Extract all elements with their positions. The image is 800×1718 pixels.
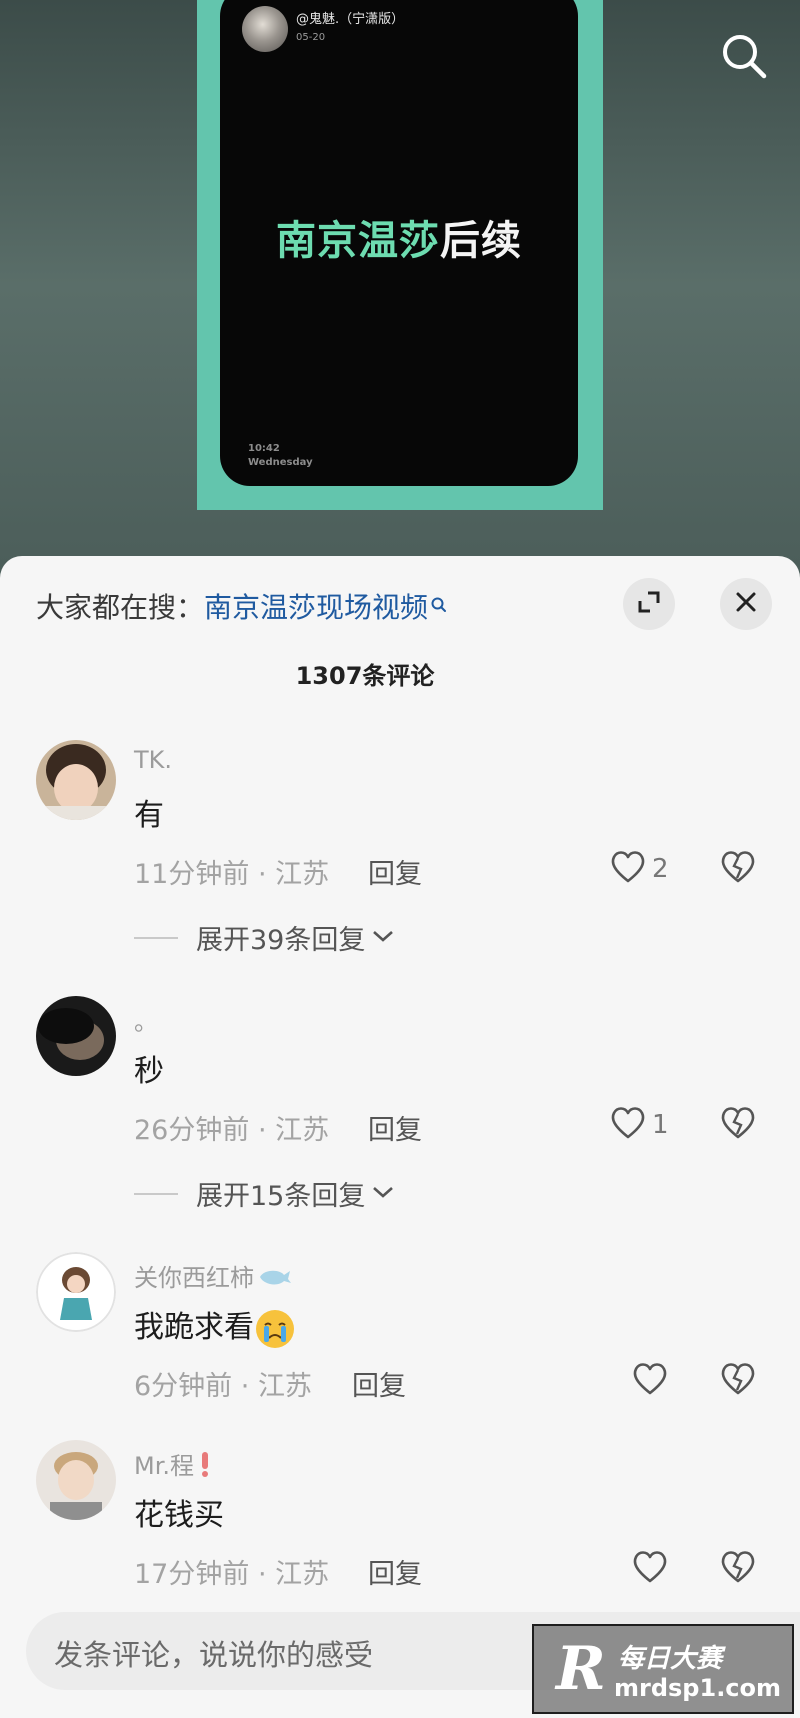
heart-icon — [610, 850, 646, 888]
crying-face-icon — [256, 1309, 294, 1348]
comment-location: 江苏 — [275, 859, 330, 890]
reply-button[interactable]: 回复 — [368, 1108, 422, 1147]
comment-count: 1307条评论 — [295, 662, 435, 690]
reply-button[interactable]: 回复 — [352, 1364, 406, 1403]
heart-icon — [632, 1550, 668, 1588]
poster-title-highlight: 南京温莎 — [276, 218, 440, 264]
comment-location: 江苏 — [275, 1115, 330, 1146]
comment-author-name: 关你西红柿 — [134, 1264, 254, 1292]
dislike-button[interactable] — [720, 1106, 756, 1144]
close-button[interactable] — [720, 578, 772, 630]
trending-search[interactable]: 大家都在搜：南京温莎现场视频 — [36, 586, 448, 626]
broken-heart-icon — [720, 1363, 756, 1400]
search-icon — [430, 588, 448, 621]
dislike-button[interactable] — [720, 1550, 756, 1588]
whale-icon — [258, 1265, 292, 1293]
comment-text: 秒 — [134, 1054, 164, 1089]
comment-time: 11分钟前 — [134, 859, 250, 890]
like-button[interactable] — [632, 1550, 674, 1588]
comment-meta: 6分钟前 · 江苏 — [134, 1371, 312, 1402]
comment-author[interactable]: Mr.程 — [134, 1446, 212, 1484]
comment-meta: 26分钟前 · 江苏 — [134, 1115, 330, 1146]
poster-title: 南京温莎后续 — [220, 208, 578, 266]
comment-time: 26分钟前 — [134, 1115, 250, 1146]
comment-text-value: 我跪求看 — [134, 1310, 254, 1345]
dislike-button[interactable] — [720, 1362, 756, 1400]
comment-author-name: Mr.程 — [134, 1452, 194, 1480]
broken-heart-icon — [720, 1551, 756, 1588]
chevron-down-icon — [371, 1184, 395, 1204]
like-button[interactable]: 1 — [610, 1106, 669, 1144]
comment-meta: 17分钟前 · 江苏 — [134, 1559, 330, 1590]
comment-time: 6分钟前 — [134, 1371, 233, 1402]
avatar[interactable] — [36, 1440, 116, 1520]
poster-day: Wednesday — [248, 457, 313, 468]
expand-replies-label: 展开39条回复 — [196, 925, 366, 956]
heart-icon — [632, 1362, 668, 1400]
reply-button[interactable]: 回复 — [368, 1552, 422, 1591]
watermark-url: mrdsp1.com — [614, 1674, 782, 1702]
poster-title-rest: 后续 — [440, 218, 522, 264]
exclamation-icon — [198, 1450, 212, 1484]
close-icon — [734, 590, 758, 618]
avatar[interactable] — [36, 1252, 116, 1332]
poster-username: @鬼魅.（宁潇版） — [296, 12, 405, 27]
poster-screen: @鬼魅.（宁潇版） 05-20 南京温莎后续 10:42 Wednesday — [220, 0, 578, 486]
avatar[interactable] — [36, 740, 116, 820]
heart-icon — [610, 1106, 646, 1144]
expand-replies[interactable]: 展开39条回复 — [134, 918, 395, 957]
comment-text: 花钱买 — [134, 1498, 224, 1533]
video-poster: @鬼魅.（宁潇版） 05-20 南京温莎后续 10:42 Wednesday — [197, 0, 603, 510]
comment-author[interactable]: 关你西红柿 — [134, 1258, 292, 1293]
like-count: 1 — [652, 1110, 669, 1140]
trending-label: 大家都在搜： — [36, 591, 205, 624]
comment-input-placeholder: 发条评论，说说你的感受 — [54, 1638, 374, 1672]
divider — [134, 936, 178, 939]
expand-button[interactable] — [623, 578, 675, 630]
poster-time: 10:42 — [248, 443, 280, 454]
reply-button[interactable]: 回复 — [368, 852, 422, 891]
expand-icon — [636, 589, 662, 619]
comment-text: 我跪求看 — [134, 1302, 294, 1348]
chevron-down-icon — [371, 928, 395, 948]
poster-clock: 10:42 Wednesday — [248, 442, 313, 470]
comment-time: 17分钟前 — [134, 1559, 250, 1590]
expand-replies[interactable]: 展开15条回复 — [134, 1174, 395, 1213]
watermark: R 每日大赛 mrdsp1.com — [532, 1624, 794, 1714]
comment-meta: 11分钟前 · 江苏 — [134, 859, 330, 890]
watermark-logo: R — [556, 1634, 606, 1704]
like-button[interactable] — [632, 1362, 674, 1400]
like-count: 2 — [652, 854, 669, 884]
broken-heart-icon — [720, 851, 756, 888]
comment-author[interactable]: TK. — [134, 746, 172, 774]
dislike-button[interactable] — [720, 850, 756, 888]
poster-date: 05-20 — [296, 32, 326, 43]
comment-text: 有 — [134, 798, 164, 833]
broken-heart-icon — [720, 1107, 756, 1144]
avatar[interactable] — [36, 996, 116, 1076]
video-player[interactable]: @鬼魅.（宁潇版） 05-20 南京温莎后续 10:42 Wednesday — [0, 0, 800, 570]
comment-location: 江苏 — [257, 1371, 312, 1402]
trending-query-link[interactable]: 南京温莎现场视频 — [204, 591, 428, 624]
comment-author[interactable]: 。 — [134, 1002, 158, 1037]
watermark-brand: 每日大赛 — [618, 1644, 723, 1674]
comment-location: 江苏 — [275, 1559, 330, 1590]
like-button[interactable]: 2 — [610, 850, 669, 888]
comment-sheet: 大家都在搜：南京温莎现场视频 1307条评论 TK. 有 11分钟前 · 江苏 … — [0, 556, 800, 1718]
expand-replies-label: 展开15条回复 — [196, 1181, 366, 1212]
divider — [134, 1192, 178, 1195]
search-icon[interactable] — [718, 30, 770, 82]
poster-avatar — [242, 6, 288, 52]
